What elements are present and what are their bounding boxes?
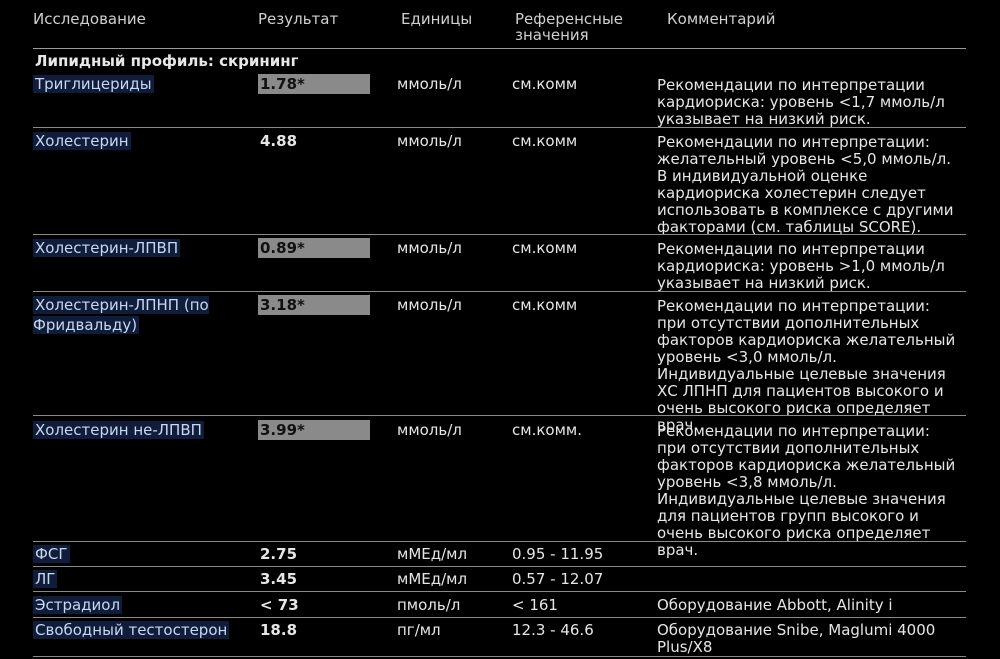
header-reference-line1: Референсные bbox=[515, 10, 624, 28]
row-units: пг/мл bbox=[397, 621, 441, 639]
row-reference: см.комм bbox=[512, 296, 578, 314]
row-result: 1.78* bbox=[258, 74, 370, 94]
row-comment: Рекомендации по интерпретации: при отсут… bbox=[657, 297, 956, 434]
row-reference: см.комм. bbox=[512, 421, 582, 439]
header-divider bbox=[33, 48, 966, 49]
row-result: 3.18* bbox=[258, 295, 370, 315]
row-result: 4.88 bbox=[260, 132, 298, 150]
row-units: ммоль/л bbox=[397, 132, 462, 150]
row-units: ммоль/л bbox=[397, 296, 462, 314]
row-reference: см.комм bbox=[512, 239, 578, 257]
row-result: < 73 bbox=[260, 596, 299, 614]
row-units: мМЕд/мл bbox=[397, 545, 468, 563]
row-divider bbox=[33, 291, 966, 292]
row-reference: 0.95 - 11.95 bbox=[512, 545, 604, 563]
lab-results-page: Исследование Результат Единицы Референсн… bbox=[0, 0, 1000, 659]
row-result: 2.75 bbox=[260, 545, 298, 563]
row-units: пмоль/л bbox=[397, 596, 461, 614]
row-name: Холестерин-ЛПВП bbox=[33, 239, 181, 257]
row-name: Холестерин не-ЛПВП bbox=[33, 421, 204, 439]
row-name: Триглицериды bbox=[33, 75, 154, 93]
row-divider bbox=[33, 617, 966, 618]
row-divider bbox=[33, 656, 966, 657]
header-study: Исследование bbox=[33, 10, 146, 28]
header-reference: Референсные значения bbox=[515, 11, 623, 43]
row-units: мМЕд/мл bbox=[397, 570, 468, 588]
row-name: Эстрадиол bbox=[33, 596, 123, 614]
row-name: Свободный тестостерон bbox=[33, 621, 230, 639]
header-comment: Комментарий bbox=[667, 10, 776, 28]
row-reference: < 161 bbox=[512, 596, 558, 614]
row-divider bbox=[33, 127, 966, 128]
row-comment: Рекомендации по интерпретации кардиориск… bbox=[657, 76, 945, 128]
row-comment: Рекомендации по интерпретации кардиориск… bbox=[657, 240, 945, 292]
row-units: ммоль/л bbox=[397, 75, 462, 93]
header-units: Единицы bbox=[401, 10, 473, 28]
row-name: ФСГ bbox=[33, 545, 70, 563]
row-reference: 12.3 - 46.6 bbox=[512, 621, 594, 639]
row-divider bbox=[33, 234, 966, 235]
row-name: Холестерин bbox=[33, 132, 131, 150]
row-name: Холестерин-ЛПНП (по Фридвальду) bbox=[33, 296, 209, 334]
row-divider bbox=[33, 541, 966, 542]
row-result: 3.99* bbox=[258, 420, 370, 440]
row-units: ммоль/л bbox=[397, 239, 462, 257]
row-reference: см.комм bbox=[512, 132, 578, 150]
row-comment: Оборудование Snibe, Maglumi 4000 Plus/X8 bbox=[657, 621, 936, 656]
row-name: ЛГ bbox=[33, 570, 58, 588]
row-reference: см.комм bbox=[512, 75, 578, 93]
row-result: 0.89* bbox=[258, 238, 370, 258]
section-title: Липидный профиль: скрининг bbox=[35, 52, 299, 70]
row-divider bbox=[33, 591, 966, 592]
row-units: ммоль/л bbox=[397, 421, 462, 439]
row-comment: Рекомендации по интерпретации: при отсут… bbox=[657, 422, 956, 559]
header-result: Результат bbox=[258, 10, 339, 28]
header-reference-line2: значения bbox=[515, 26, 589, 44]
row-reference: 0.57 - 12.07 bbox=[512, 570, 604, 588]
row-result: 3.45 bbox=[260, 570, 298, 588]
row-result: 18.8 bbox=[260, 621, 298, 639]
row-comment: Оборудование Abbott, Alinity i bbox=[657, 596, 893, 614]
row-divider bbox=[33, 415, 966, 416]
row-comment: Рекомендации по интерпретации: желательн… bbox=[657, 133, 954, 236]
row-divider bbox=[33, 566, 966, 567]
